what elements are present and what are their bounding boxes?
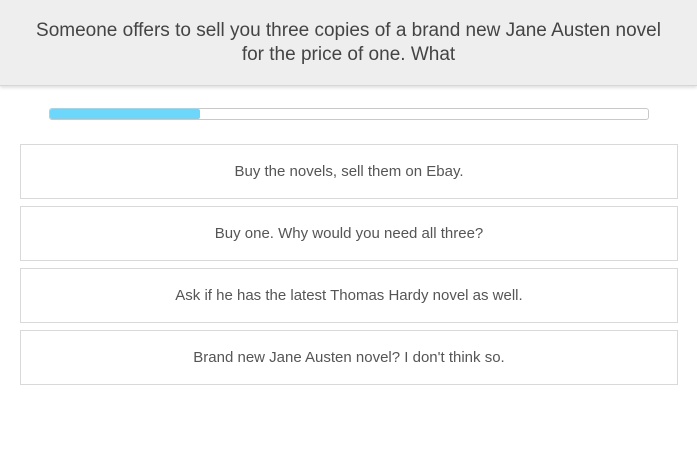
question-header: Someone offers to sell you three copies … bbox=[0, 0, 697, 86]
progress-bar bbox=[49, 108, 649, 120]
answer-option-3[interactable]: Ask if he has the latest Thomas Hardy no… bbox=[20, 268, 678, 323]
answer-label: Buy the novels, sell them on Ebay. bbox=[234, 163, 464, 180]
answer-option-4[interactable]: Brand new Jane Austen novel? I don't thi… bbox=[20, 330, 678, 385]
answer-label: Buy one. Why would you need all three? bbox=[214, 225, 484, 242]
progress-fill bbox=[50, 109, 200, 119]
answer-label: Ask if he has the latest Thomas Hardy no… bbox=[175, 287, 523, 304]
question-text: Someone offers to sell you three copies … bbox=[36, 19, 661, 65]
answer-label: Brand new Jane Austen novel? I don't thi… bbox=[193, 349, 505, 366]
answer-option-1[interactable]: Buy the novels, sell them on Ebay. bbox=[20, 144, 678, 199]
answer-list: Buy the novels, sell them on Ebay. Buy o… bbox=[20, 144, 678, 392]
answer-option-2[interactable]: Buy one. Why would you need all three? bbox=[20, 206, 678, 261]
